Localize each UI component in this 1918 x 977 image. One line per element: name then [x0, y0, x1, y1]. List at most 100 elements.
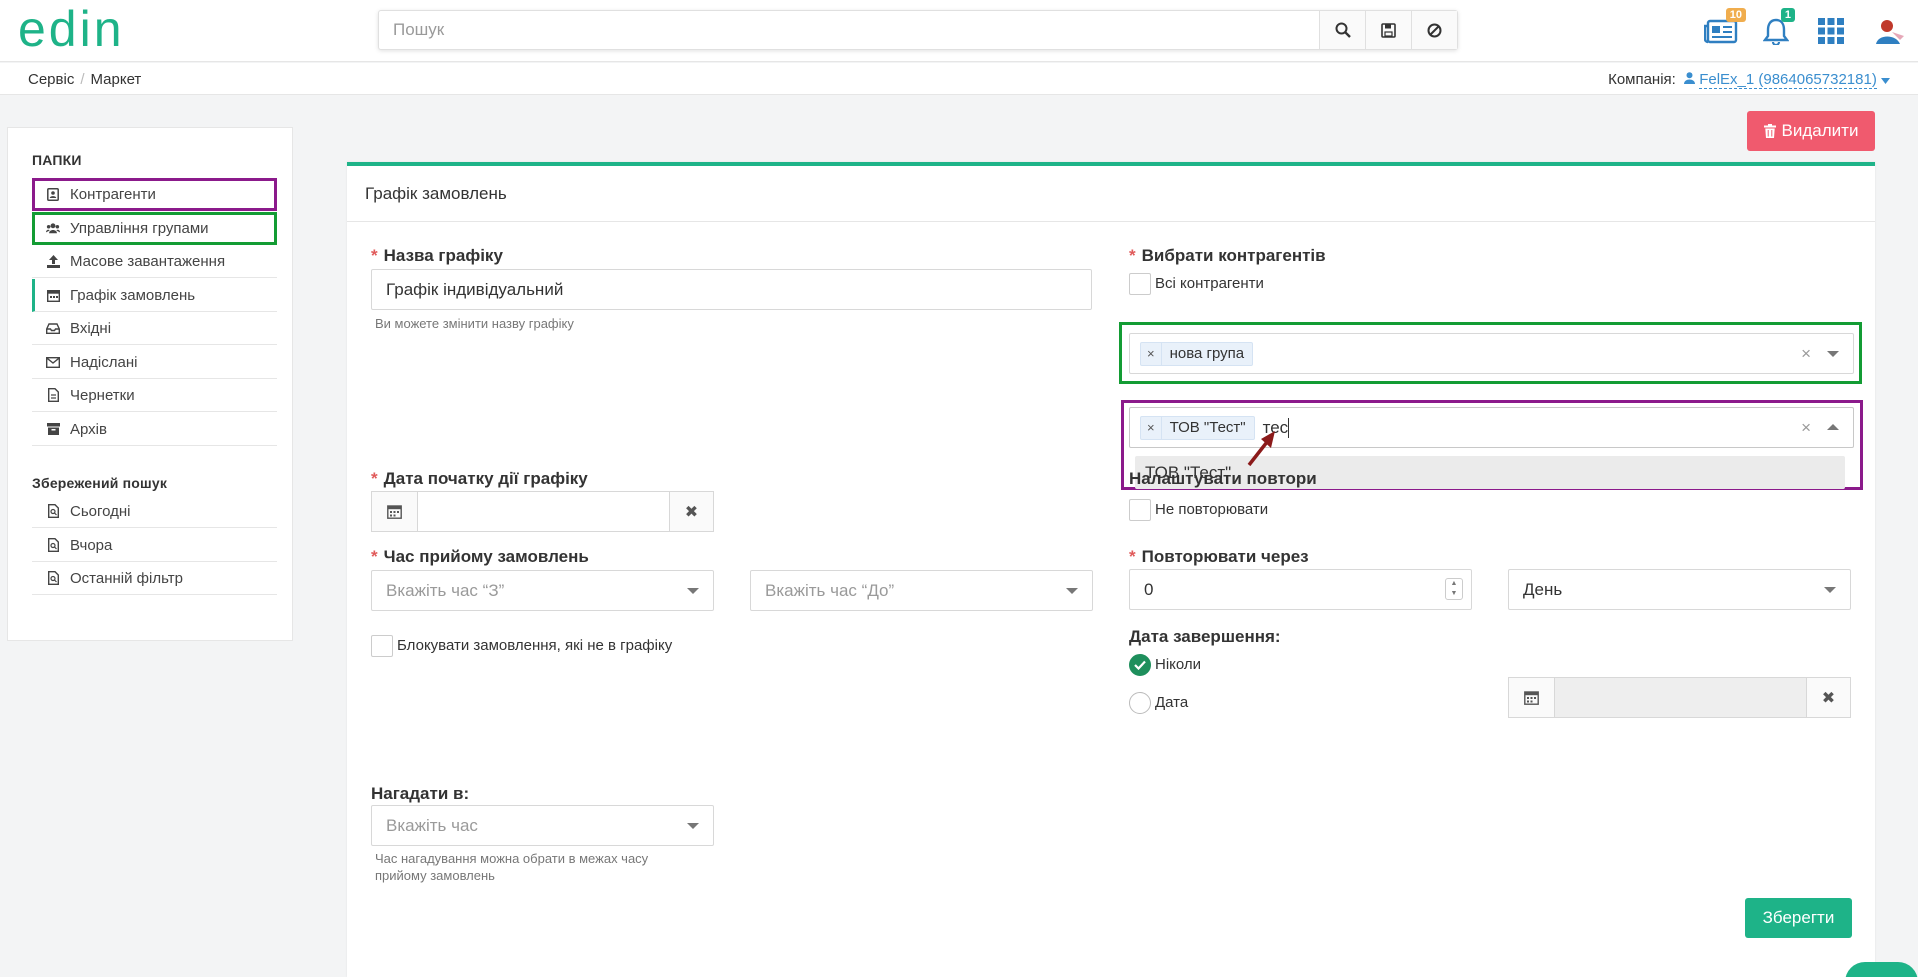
group-select[interactable]: × нова група ×: [1129, 333, 1854, 374]
chevron-down-icon[interactable]: [1827, 351, 1839, 357]
sidebar-item-label: Надіслані: [70, 353, 138, 371]
ban-icon: [1427, 23, 1442, 37]
header-icons: 10 1: [1693, 0, 1918, 62]
sidebar-item-order-schedule[interactable]: Графік замовлень: [32, 279, 277, 312]
clear-date-button[interactable]: ✖: [669, 492, 713, 531]
sidebar-item-label: Архів: [70, 420, 107, 438]
documents-button[interactable]: 10: [1693, 0, 1748, 62]
sidebar-item-label: Контрагенти: [70, 185, 156, 203]
delete-button[interactable]: Видалити: [1747, 111, 1875, 151]
notifications-button[interactable]: 1: [1748, 0, 1803, 62]
edin-logo[interactable]: edin: [18, 1, 158, 58]
sidebar-item-bulk-upload[interactable]: Масове завантаження: [32, 245, 277, 278]
user-avatar[interactable]: [1858, 0, 1918, 62]
apps-grid-icon: [1817, 18, 1844, 44]
sidebar-item-sent[interactable]: Надіслані: [32, 346, 277, 379]
archive-icon: [46, 422, 60, 436]
user-icon: [1684, 72, 1696, 84]
all-counterparties-label: Всі контрагенти: [1155, 275, 1264, 292]
company-select[interactable]: × ТОВ "Тест" тес ×: [1129, 407, 1854, 448]
remind-time-select[interactable]: Вкажіть час: [371, 805, 714, 846]
number-stepper[interactable]: ▲ ▼: [1445, 578, 1463, 600]
documents-count-badge: 10: [1725, 8, 1746, 22]
clear-selection-icon[interactable]: ×: [1801, 418, 1811, 438]
repeat-every-input[interactable]: 0 ▲ ▼: [1129, 569, 1472, 610]
schedule-name-label: * Назва графіку: [371, 246, 503, 265]
end-date-radio[interactable]: [1129, 692, 1151, 714]
schedule-name-hint: Ви можете змінити назву графіку: [375, 316, 574, 331]
envelope-icon: [46, 355, 60, 369]
company-dropdown[interactable]: FelEx_1 (9864065732181): [1680, 71, 1890, 89]
address-card-icon: [46, 187, 60, 201]
annotation-arrow-icon: [1247, 431, 1275, 467]
block-orders-checkbox[interactable]: [371, 635, 393, 657]
top-bar: edin 10 1: [0, 0, 1918, 62]
end-date-calendar-button[interactable]: [1509, 678, 1555, 717]
schedule-name-input[interactable]: Графік індивідуальний: [371, 269, 1092, 310]
check-icon: [1134, 660, 1146, 670]
repeat-settings-label: Налаштувати повтори: [1129, 469, 1317, 488]
saved-search-today[interactable]: Сьогодні: [32, 495, 277, 528]
file-search-icon: [46, 538, 60, 552]
file-search-icon: [46, 504, 60, 518]
sidebar-item-inbox[interactable]: Вхідні: [32, 312, 277, 345]
save-search-button[interactable]: [1365, 11, 1411, 49]
block-orders-label: Блокувати замовлення, які не в графіку: [397, 637, 673, 654]
upload-icon: [46, 254, 60, 268]
calendar-icon: [46, 288, 60, 302]
search-icon: [1335, 22, 1351, 38]
sidebar-item-label: Графік замовлень: [70, 286, 196, 304]
clear-search-button[interactable]: [1411, 11, 1457, 49]
all-counterparties-checkbox[interactable]: [1129, 273, 1151, 295]
file-icon: [46, 388, 60, 402]
sidebar-item-label: Управління групами: [70, 219, 209, 237]
sidebar-item-counterparties[interactable]: Контрагенти: [32, 178, 277, 211]
save-button[interactable]: Зберегти: [1745, 898, 1852, 938]
end-never-radio[interactable]: [1129, 654, 1151, 676]
start-date-input[interactable]: [418, 492, 669, 531]
calendar-icon: [1524, 691, 1539, 705]
sidebar-item-group-management[interactable]: Управління групами: [32, 212, 277, 245]
saved-search-last-filter[interactable]: Останній фільтр: [32, 562, 277, 595]
end-date-option-label: Дата: [1155, 694, 1189, 711]
company-name[interactable]: FelEx_1 (9864065732181): [1699, 71, 1877, 89]
order-time-to-select[interactable]: Вкажіть час “До”: [750, 570, 1093, 611]
order-schedule-panel: Графік замовлень * Назва графіку Графік і…: [347, 162, 1875, 977]
close-icon: ✖: [684, 503, 699, 521]
inbox-icon: [46, 321, 60, 335]
floppy-disk-icon: [1381, 22, 1396, 38]
repeat-unit-select[interactable]: День: [1508, 569, 1851, 610]
saved-search-yesterday[interactable]: Вчора: [32, 529, 277, 562]
saved-search-label: Сьогодні: [70, 502, 131, 520]
remove-tag-icon[interactable]: ×: [1141, 342, 1162, 365]
search-bar: [378, 10, 1458, 50]
order-time-label: * Час прийому замовлень: [371, 547, 589, 566]
chevron-up-icon[interactable]: [1827, 424, 1839, 430]
sidebar-item-label: Вхідні: [70, 319, 112, 337]
trash-icon: [1763, 124, 1776, 138]
repeat-every-label: * Повторювати через: [1129, 547, 1309, 566]
sidebar-item-label: Масове завантаження: [70, 252, 226, 270]
no-repeat-checkbox[interactable]: [1129, 499, 1151, 521]
remove-tag-icon[interactable]: ×: [1141, 416, 1162, 439]
search-input[interactable]: [379, 11, 1319, 49]
end-date-input[interactable]: [1555, 678, 1806, 717]
clear-selection-icon[interactable]: ×: [1801, 344, 1811, 364]
clear-end-date-button[interactable]: ✖: [1806, 678, 1850, 717]
sidebar-item-drafts[interactable]: Чернетки: [32, 379, 277, 412]
remind-label: Нагадати в:: [371, 784, 470, 803]
chat-widget-button[interactable]: [1845, 962, 1918, 977]
chevron-down-icon: [687, 823, 699, 829]
breadcrumb-item-service[interactable]: Сервіс: [28, 71, 74, 88]
start-date-calendar-button[interactable]: [372, 492, 418, 531]
chevron-down-icon: [1824, 587, 1836, 593]
logo-text: edin: [18, 6, 125, 54]
sidebar-item-archive[interactable]: Архів: [32, 413, 277, 446]
apps-menu-button[interactable]: [1803, 0, 1858, 62]
notifications-count-badge: 1: [1780, 8, 1795, 22]
search-button[interactable]: [1319, 11, 1365, 49]
company-tag: × ТОВ "Тест": [1140, 415, 1255, 440]
file-search-icon: [46, 571, 60, 585]
saved-search-label: Вчора: [70, 536, 113, 554]
order-time-from-select[interactable]: Вкажіть час “З”: [371, 570, 714, 611]
